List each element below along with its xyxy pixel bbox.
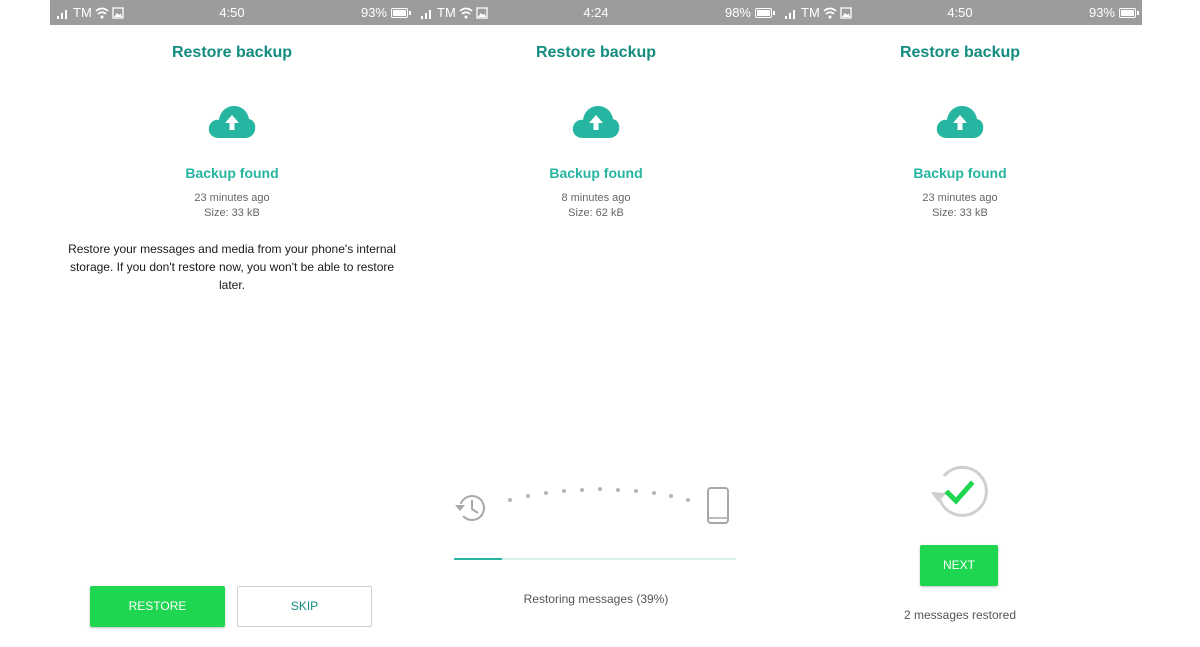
cloud-upload-icon: [208, 106, 256, 138]
battery-icon: [755, 7, 775, 18]
phone-icon: [707, 487, 729, 524]
backup-age: 8 minutes ago: [561, 192, 631, 204]
battery-percent: 98%: [724, 5, 751, 20]
backup-age: 23 minutes ago: [194, 192, 270, 204]
battery-percent: 93%: [360, 5, 387, 20]
status-bar: TM 4:50 93%: [50, 0, 414, 25]
history-icon: [455, 495, 485, 521]
backup-found-label: Backup found: [185, 165, 279, 181]
battery-icon: [391, 7, 411, 18]
backup-size: Size: 62 kB: [568, 207, 624, 219]
battery-icon: [1119, 7, 1139, 18]
battery-percent: 93%: [1088, 5, 1115, 20]
progress-bar-fill: [454, 558, 502, 560]
page-title: Restore backup: [899, 44, 1021, 61]
backup-found-label: Backup found: [549, 165, 643, 181]
clock: 4:50: [219, 5, 245, 20]
restore-screen-complete: TM 4:50 93% Restore backup Backup found …: [778, 0, 1142, 647]
backup-size: Size: 33 kB: [932, 207, 988, 219]
backup-size: Size: 33 kB: [204, 207, 260, 219]
backup-age: 23 minutes ago: [922, 192, 998, 204]
cloud-upload-icon: [936, 106, 984, 138]
restore-description: Restore your messages and media from you…: [68, 242, 396, 292]
status-bar: TM 4:24 98%: [414, 0, 778, 25]
restore-complete-icon: [931, 465, 988, 517]
next-button[interactable]: NEXT: [920, 545, 998, 586]
status-bar: TM 4:50 93%: [778, 0, 1142, 25]
page-title: Restore backup: [535, 44, 657, 61]
clock: 4:50: [947, 5, 973, 20]
cloud-upload-icon: [572, 106, 620, 138]
dots-path: [508, 487, 690, 502]
progress-bar: [454, 558, 736, 560]
messages-restored-label: 2 messages restored: [903, 608, 1017, 622]
restore-button[interactable]: RESTORE: [90, 586, 225, 627]
backup-found-label: Backup found: [913, 165, 1007, 181]
restore-screen-progress: TM 4:24 98% Restore backup Backup found …: [414, 0, 778, 647]
page-title: Restore backup: [171, 44, 293, 61]
clock: 4:24: [583, 5, 609, 20]
transfer-animation: [455, 487, 729, 524]
progress-label: Restoring messages (39%): [523, 592, 669, 606]
restore-screen-initial: TM 4:50 93% Restore backup Backup found …: [50, 0, 414, 647]
skip-button[interactable]: SKIP: [237, 586, 372, 627]
